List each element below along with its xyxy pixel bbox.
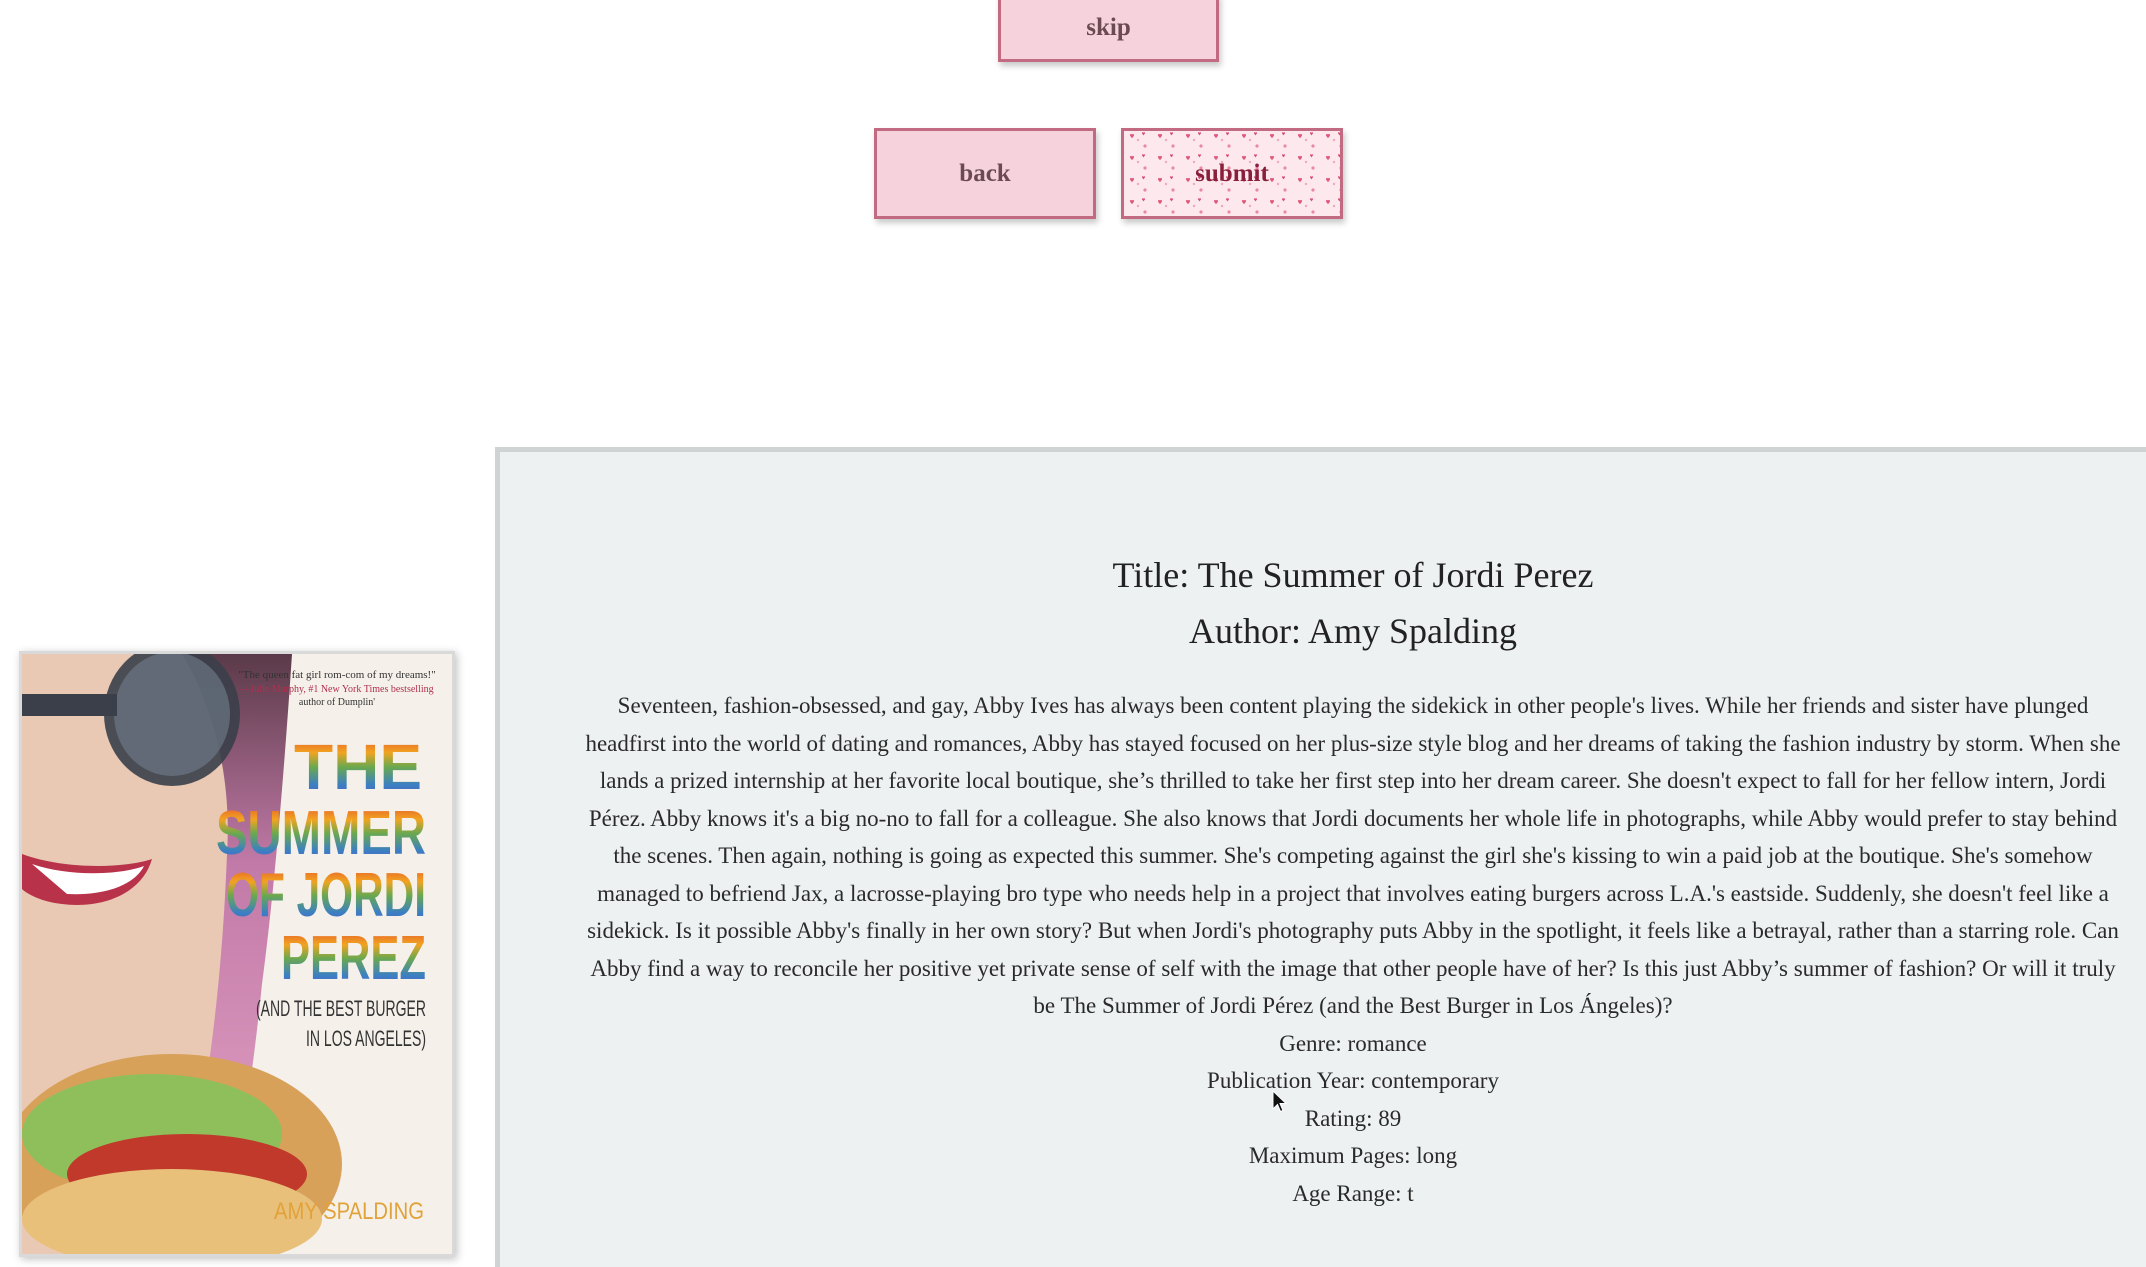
book-publication-year: Publication Year: contemporary xyxy=(1207,1068,1499,1093)
back-button[interactable]: back xyxy=(874,128,1096,219)
submit-label: submit xyxy=(1195,159,1269,187)
book-details-panel: Title: The Summer of Jordi Perez Author:… xyxy=(495,447,2146,1267)
book-title: Title: The Summer of Jordi Perez xyxy=(1112,555,1594,595)
book-max-pages: Maximum Pages: long xyxy=(1248,1143,1458,1168)
cover-subtitle-2: IN LOS ANGELES) xyxy=(306,1026,426,1051)
cover-title-2: SUMMER xyxy=(216,799,426,868)
submit-button[interactable]: submit xyxy=(1121,128,1343,219)
cover-title-3: OF JORDI xyxy=(226,861,426,930)
cover-title-1: THE xyxy=(294,731,422,803)
book-description: Seventeen, fashion-obsessed, and gay, Ab… xyxy=(585,693,2121,1018)
cover-quote-attribution: —Julie Murphy, #1 New York Times bestsel… xyxy=(239,684,433,695)
book-rating: Rating: 89 xyxy=(1304,1105,1402,1131)
book-author: Author: Amy Spalding xyxy=(1188,611,1517,651)
skip-button[interactable]: skip xyxy=(998,0,1219,62)
book-genre: Genre: romance xyxy=(1279,1030,1427,1056)
cover-subtitle-1: (AND THE BEST BURGER xyxy=(256,996,426,1021)
cover-quote: "The queen fat girl rom-com of my dreams… xyxy=(238,669,435,681)
book-age-range: Age Range: t xyxy=(1292,1180,1414,1206)
cover-quote-attribution-2: author of Dumplin' xyxy=(299,697,375,708)
cover-title-4: PEREZ xyxy=(281,924,426,993)
mouse-pointer-icon xyxy=(1272,1089,1288,1119)
cover-author: AMY SPALDING xyxy=(274,1198,424,1225)
book-cover-image: "The queen fat girl rom-com of my dreams… xyxy=(19,651,455,1257)
